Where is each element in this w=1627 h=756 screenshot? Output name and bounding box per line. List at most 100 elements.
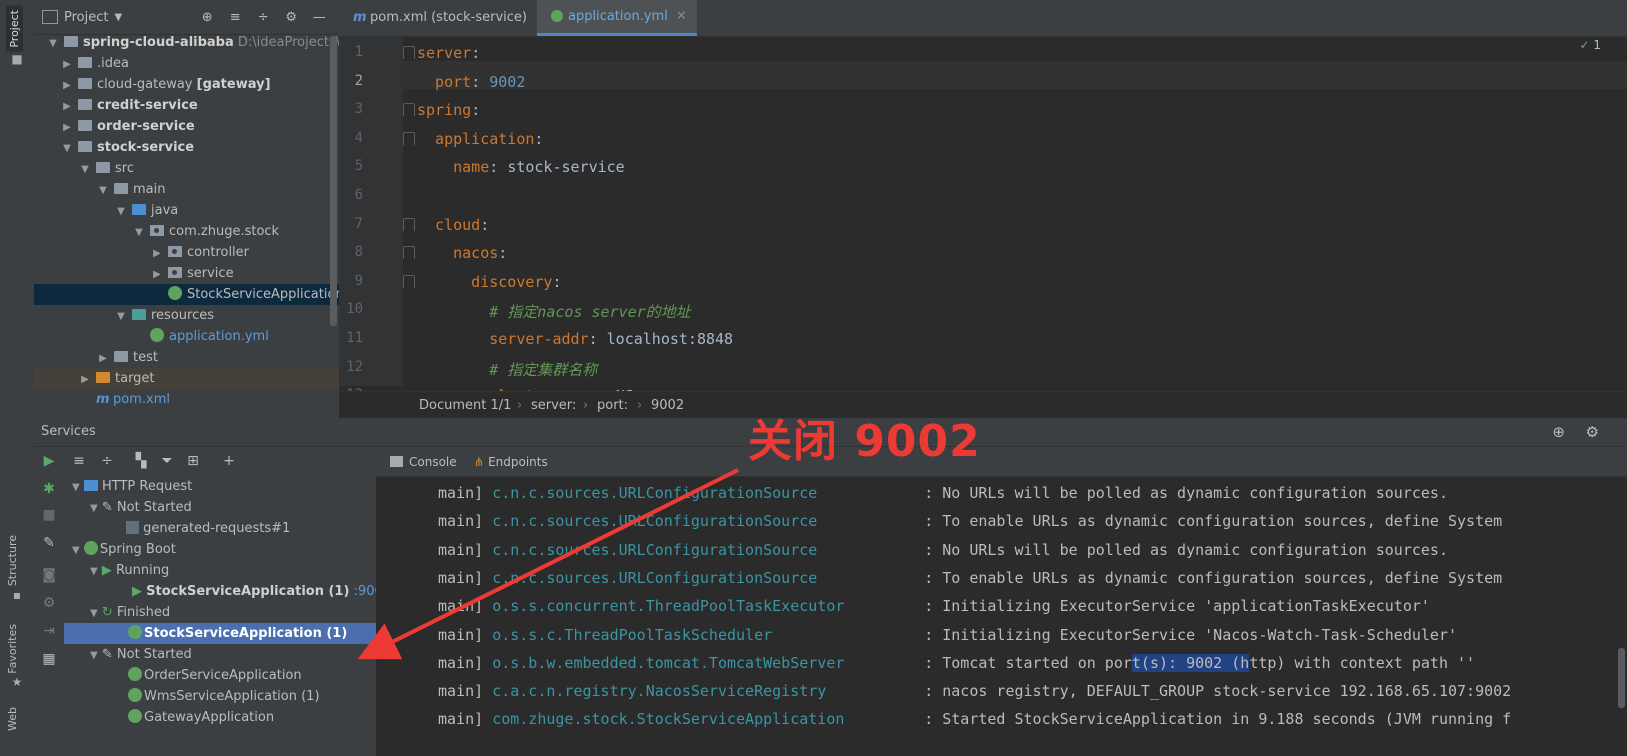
add-icon[interactable]: + — [220, 452, 238, 470]
expand-all-icon[interactable]: ≡ — [226, 10, 244, 25]
code-line[interactable]: name: stock-service — [417, 158, 625, 176]
chevron-right-icon[interactable]: ▶ — [78, 369, 92, 390]
breadcrumb-item[interactable]: port: — [597, 392, 628, 419]
layout-icon[interactable]: ▦ — [40, 650, 58, 668]
svc-node-generated-requests[interactable]: generated-requests#1 — [126, 518, 290, 539]
tab-pom-xml[interactable]: mpom.xml (stock-service)✕ — [339, 0, 556, 36]
svc-node-finished[interactable]: ▼ ↻ Finished — [90, 602, 170, 623]
chevron-down-icon[interactable]: ▼ — [90, 566, 98, 577]
locate-icon[interactable]: ⊕ — [198, 10, 216, 25]
chevron-right-icon[interactable]: ▶ — [60, 117, 74, 138]
settings-icon[interactable]: ⚙ — [40, 594, 58, 612]
tree-item-src[interactable]: ▼ src — [34, 158, 339, 179]
gear-icon[interactable]: ⚙ — [282, 10, 300, 25]
gear-icon[interactable]: ⚙ — [1586, 418, 1599, 446]
code-line[interactable]: spring: — [417, 101, 480, 119]
group-icon[interactable]: ▚ — [132, 452, 150, 470]
tab-application-yml[interactable]: application.yml ✕ — [537, 0, 697, 36]
code-line[interactable]: discovery: — [417, 273, 561, 291]
chevron-right-icon[interactable]: ▶ — [60, 54, 74, 75]
stop-icon[interactable]: ■ — [40, 506, 58, 524]
tree-item-target[interactable]: ▶ target — [34, 368, 339, 389]
tree-item-root[interactable]: ▼ spring-cloud-alibaba D:\ideaProjects\sp… — [34, 32, 339, 53]
wrench-icon[interactable]: ✎ — [40, 534, 58, 552]
debug-icon[interactable]: ✱ — [40, 480, 58, 498]
tree-item-stock-service[interactable]: ▼ stock-service — [34, 137, 339, 158]
code-line[interactable]: application: — [417, 130, 543, 148]
code-line[interactable]: # 指定nacos server的地址 — [417, 301, 690, 322]
tab-console[interactable]: Console — [390, 448, 457, 476]
project-view-selector[interactable]: Project — [64, 10, 108, 25]
svc-node-http-request[interactable]: ▼ HTTP Request — [72, 476, 192, 497]
collapse-all-icon[interactable]: ÷ — [98, 452, 116, 470]
svc-node-port-link[interactable]: :9001/ — [354, 584, 376, 599]
chevron-down-icon[interactable]: ▼ — [114, 12, 122, 23]
tree-item-credit-service[interactable]: ▶ credit-service — [34, 95, 339, 116]
breadcrumb-item[interactable]: Document 1/1 — [419, 392, 511, 419]
tab-endpoints[interactable]: ⋔ Endpoints — [474, 448, 548, 476]
run-icon[interactable]: ▶ — [40, 452, 58, 470]
tree-item-stock-service-application[interactable]: StockServiceApplication — [34, 284, 339, 305]
chevron-down-icon[interactable]: ▼ — [90, 650, 98, 661]
fold-marker-icon[interactable] — [403, 103, 415, 117]
chevron-down-icon[interactable]: ▼ — [132, 222, 146, 243]
chevron-down-icon[interactable]: ▼ — [72, 482, 80, 493]
chevron-down-icon[interactable]: ▼ — [90, 608, 98, 619]
chevron-down-icon[interactable]: ▼ — [96, 180, 110, 201]
tree-item-java[interactable]: ▼ java — [34, 200, 339, 221]
fold-marker-icon[interactable] — [403, 246, 415, 260]
svc-node-gateway[interactable]: GatewayApplication — [128, 707, 274, 728]
code-line[interactable]: port: 9002 — [417, 73, 525, 91]
svc-node-not-started-2[interactable]: ▼ ✎ Not Started — [90, 644, 192, 665]
svc-node-running[interactable]: ▼ ▶ Running — [90, 560, 169, 581]
breadcrumb-item[interactable]: server: — [531, 392, 576, 419]
svc-node-order-service[interactable]: OrderServiceApplication — [128, 665, 302, 686]
fold-marker-icon[interactable] — [403, 131, 415, 145]
tree-item-application-yml[interactable]: application.yml — [34, 326, 339, 347]
crosshair-icon[interactable]: ⊕ — [1552, 418, 1565, 446]
web-tool-tab[interactable]: Web — [6, 707, 19, 731]
tree-item-cloud-gateway[interactable]: ▶ cloud-gateway [gateway] — [34, 74, 339, 95]
chevron-down-icon[interactable]: ▼ — [90, 503, 98, 514]
svc-node-finished-stock-service[interactable]: StockServiceApplication (1) — [64, 623, 376, 644]
close-icon[interactable]: ✕ — [676, 9, 687, 24]
svc-node-spring-boot[interactable]: ▼ Spring Boot — [72, 539, 176, 560]
code-line[interactable]: server-addr: localhost:8848 — [417, 330, 733, 348]
breadcrumb-item[interactable]: 9002 — [651, 392, 684, 419]
console-scrollbar[interactable] — [1618, 648, 1625, 708]
tree-item-pom-xml[interactable]: m pom.xml — [34, 389, 339, 410]
chevron-right-icon[interactable]: ▶ — [150, 264, 164, 285]
tree-item-controller[interactable]: ▶ controller — [34, 242, 339, 263]
favorites-tool-tab[interactable]: Favorites — [6, 624, 19, 674]
code-line[interactable]: nacos: — [417, 244, 507, 262]
chevron-down-icon[interactable]: ▼ — [78, 159, 92, 180]
tree-item-test[interactable]: ▶ test — [34, 347, 339, 368]
tree-item-package[interactable]: ▼ com.zhuge.stock — [34, 221, 339, 242]
tree-item-resources[interactable]: ▼ resources — [34, 305, 339, 326]
chevron-right-icon[interactable]: ▶ — [60, 96, 74, 117]
fold-marker-icon[interactable] — [403, 46, 415, 59]
filter-icon[interactable]: ⏷ — [158, 452, 176, 470]
login-icon[interactable]: ⇥ — [40, 622, 58, 640]
svc-node-not-started[interactable]: ▼ ✎ Not Started — [90, 497, 192, 518]
chevron-right-icon[interactable]: ▶ — [60, 75, 74, 96]
structure-tool-tab[interactable]: Structure — [6, 535, 19, 586]
code-line[interactable]: server: — [417, 44, 480, 62]
tree-item-main[interactable]: ▼ main — [34, 179, 339, 200]
chevron-down-icon[interactable]: ▼ — [72, 545, 80, 556]
project-tool-tab[interactable]: Project — [6, 6, 23, 52]
code-line[interactable]: cloud: — [417, 216, 489, 234]
chevron-right-icon[interactable]: ▶ — [150, 243, 164, 264]
chevron-right-icon[interactable]: ▶ — [96, 348, 110, 369]
camera-icon[interactable]: ◙ — [40, 566, 58, 584]
expand-all-icon[interactable]: ≡ — [70, 452, 88, 470]
chevron-down-icon[interactable]: ▼ — [114, 306, 128, 327]
code-line[interactable]: # 指定集群名称 — [417, 359, 597, 380]
tree-item-idea[interactable]: ▶ .idea — [34, 53, 339, 74]
chevron-down-icon[interactable]: ▼ — [114, 201, 128, 222]
tree-item-service[interactable]: ▶ service — [34, 263, 339, 284]
inspection-status[interactable]: ✓ 1 — [1579, 38, 1601, 52]
new-tab-icon[interactable]: ⊞ — [184, 452, 202, 470]
minimize-icon[interactable]: — — [310, 10, 328, 25]
fold-marker-icon[interactable] — [403, 274, 415, 288]
